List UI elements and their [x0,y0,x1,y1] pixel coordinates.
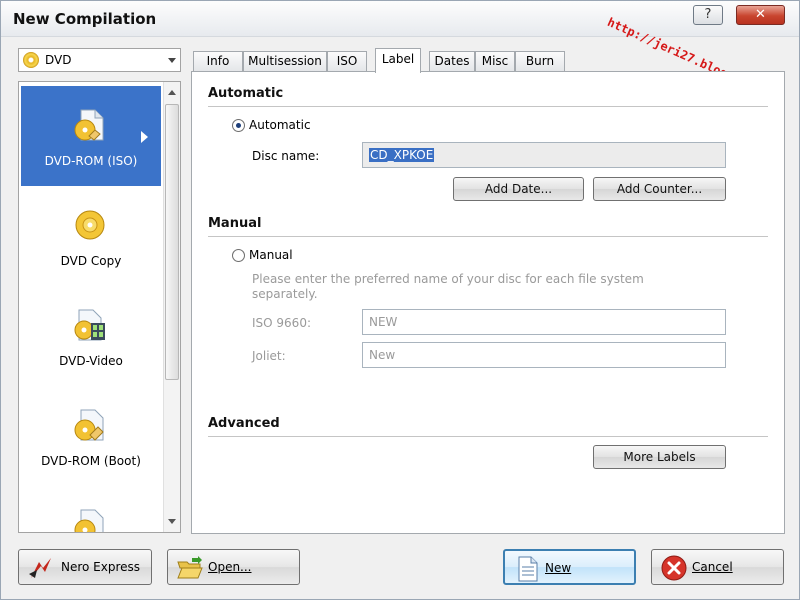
close-button[interactable]: ✕ [736,5,785,25]
cancel-icon [661,555,687,581]
tab-label[interactable]: Label [375,48,421,73]
new-compilation-window: New Compilation ? ✕ http://jeri27.blogsp… [0,0,800,600]
scroll-thumb[interactable] [165,104,179,380]
divider [208,436,768,437]
window-title: New Compilation [13,10,157,28]
manual-radio[interactable] [232,249,245,262]
help-button[interactable]: ? [693,5,723,25]
scroll-down-icon[interactable] [168,519,176,524]
list-item-partial[interactable] [21,486,161,532]
dvd-copy-icon [75,210,105,240]
new-label: New [545,561,571,575]
divider [208,236,768,237]
new-document-icon [518,556,538,582]
divider [208,106,768,107]
folder-open-icon [177,556,203,579]
media-type-value: DVD [45,53,72,67]
automatic-radio-label: Automatic [249,118,311,132]
nero-express-icon [29,558,51,578]
new-label-text: New [545,561,572,575]
nero-express-label: Nero Express [61,560,141,574]
open-label: Open... [208,560,252,574]
automatic-radio[interactable] [232,119,245,132]
disc-name-input[interactable]: CD_XPKOE [362,142,726,168]
joliet-input[interactable]: New [362,342,726,368]
list-item-dvd-video[interactable]: DVD-Video [21,286,161,386]
list-item-label: DVD-ROM (ISO) [44,154,138,168]
tab-multisession[interactable]: Multisession [243,51,327,71]
list-item-label: DVD-ROM (Boot) [41,454,141,468]
list-item-dvd-copy[interactable]: DVD Copy [21,186,161,286]
label-tab-panel: Automatic Automatic Disc name: CD_XPKOE … [191,71,785,534]
joliet-label: Joliet: [252,349,286,363]
cancel-label: Cancel [692,560,733,574]
chevron-down-icon [168,58,176,63]
tab-burn[interactable]: Burn [515,51,565,71]
dvd-boot-icon [74,409,104,441]
iso-9660-label: ISO 9660: [252,316,311,330]
tab-dates[interactable]: Dates [429,51,475,71]
title-bar: New Compilation ? ✕ [1,1,799,37]
new-button[interactable]: New [503,549,636,585]
add-counter-button[interactable]: Add Counter... [593,177,726,201]
dvd-document-icon [74,109,104,141]
automatic-heading: Automatic [208,86,284,101]
tab-info[interactable]: Info [193,51,243,71]
manual-radio-label: Manual [249,248,293,262]
disc-name-value: CD_XPKOE [369,148,435,162]
list-item-label: DVD-Video [59,354,123,368]
selection-arrow-icon [141,131,148,143]
cancel-button[interactable]: Cancel [651,549,784,585]
manual-heading: Manual [208,216,262,231]
dvd-document-icon [74,509,104,532]
disc-name-label: Disc name: [252,149,320,163]
dvd-video-icon [74,309,105,341]
manual-hint-text: Please enter the preferred name of your … [252,272,644,301]
iso-9660-input[interactable]: NEW [362,309,726,335]
list-item-dvd-rom-boot[interactable]: DVD-ROM (Boot) [21,386,161,486]
advanced-heading: Advanced [208,416,280,431]
dvd-disc-icon [23,52,39,68]
tab-iso[interactable]: ISO [327,51,367,71]
open-label-text: Open... [208,560,252,574]
compilation-type-list[interactable]: DVD-ROM (ISO) DVD Copy DVD-Video DVD-ROM… [18,81,181,533]
tab-misc[interactable]: Misc [475,51,515,71]
list-scrollbar[interactable] [163,82,180,532]
nero-express-button[interactable]: Nero Express [18,549,152,585]
open-button[interactable]: Open... [167,549,300,585]
list-item-dvd-rom-iso[interactable]: DVD-ROM (ISO) [21,86,161,186]
add-date-button[interactable]: Add Date... [453,177,584,201]
cancel-label-text: Cancel [692,560,733,574]
list-item-label: DVD Copy [60,254,122,268]
scroll-up-icon[interactable] [168,90,176,95]
more-labels-button[interactable]: More Labels [593,445,726,469]
media-type-dropdown[interactable]: DVD [18,48,181,72]
